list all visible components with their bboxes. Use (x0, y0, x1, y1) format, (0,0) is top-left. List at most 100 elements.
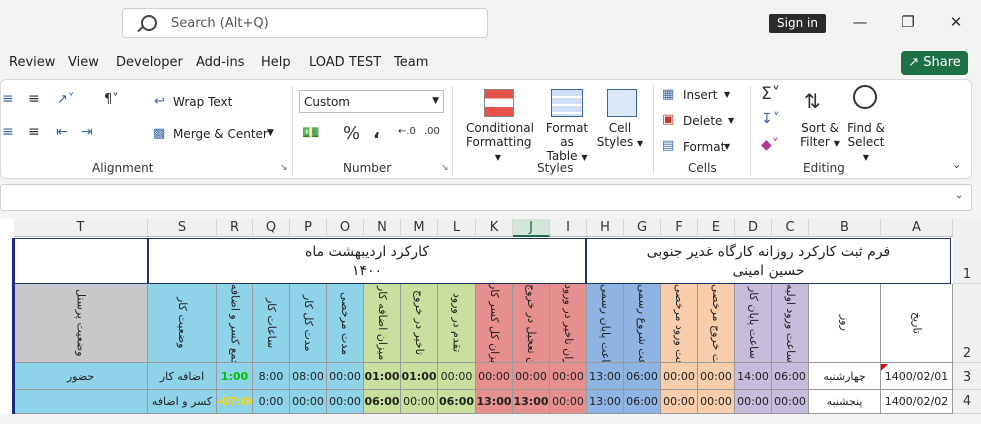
cell-T4[interactable] (14, 390, 148, 414)
column-header[interactable]: K (476, 219, 513, 237)
header-cell[interactable]: ساعات کار (253, 284, 290, 363)
conditional-formatting-button[interactable]: Conditional Formatting ▼ (466, 121, 534, 163)
merge-center-button[interactable]: Merge & Center (173, 127, 268, 141)
close-icon[interactable]: ✕ (946, 12, 966, 32)
chevron-down-icon[interactable]: ▼ (724, 142, 730, 151)
cell-M3[interactable]: 01:00 (401, 363, 438, 390)
cell-H4[interactable]: 13:00 (587, 390, 624, 414)
delete-button[interactable]: Delete (683, 114, 722, 128)
row-header[interactable]: 3 (953, 363, 981, 390)
header-cell[interactable]: جمع کسر و اضافه (217, 284, 253, 363)
cell-I3[interactable]: 00:00 (550, 363, 587, 390)
tab-help[interactable]: Help (261, 55, 291, 70)
header-cell[interactable]: ساعت ورود اولیه (772, 284, 809, 363)
increase-indent-icon[interactable]: ⇥ (81, 124, 93, 140)
header-cell[interactable]: میزان اضافه کار (364, 284, 401, 363)
cell-C3[interactable]: 06:00 (772, 363, 809, 390)
tab-add-ins[interactable]: Add-ins (196, 55, 244, 70)
header-cell[interactable]: وضعیت پرسنل (14, 284, 148, 363)
cell-E4[interactable]: 00:00 (698, 390, 735, 414)
cell-M4[interactable]: 00:00 (401, 390, 438, 414)
header-cell[interactable]: مدت مرخصی (327, 284, 364, 363)
number-launcher-icon[interactable]: ↘ (441, 163, 449, 173)
cell-O3[interactable]: 00:00 (327, 363, 364, 390)
wrap-text-button[interactable]: Wrap Text (173, 95, 232, 109)
merge-dropdown-icon[interactable]: ▼ (267, 128, 274, 138)
cell-S4[interactable]: کسر و اضافه (148, 390, 217, 414)
header-cell[interactable]: ساعت ورود مرخصی (661, 284, 698, 363)
orientation-icon[interactable]: ↗˅ (57, 92, 74, 107)
restore-icon[interactable]: ❐ (898, 12, 918, 32)
cell-D3[interactable]: 14:00 (735, 363, 772, 390)
insert-button[interactable]: Insert (683, 88, 717, 102)
column-header[interactable]: P (290, 219, 327, 237)
cell-A4[interactable]: 1400/02/02 (881, 390, 953, 414)
column-header[interactable]: J (513, 219, 550, 237)
cell-G4[interactable]: 06:00 (624, 390, 661, 414)
row-header[interactable]: 1 (953, 237, 981, 284)
column-header[interactable]: O (327, 219, 364, 237)
form-title-cell[interactable]: فرم ثبت کارکرد روزانه کارگاه غدیر جنوبی … (586, 238, 951, 284)
blank-title-cell[interactable] (14, 238, 148, 284)
percent-style-icon[interactable]: % (343, 123, 360, 144)
align-middle-icon[interactable]: ≡ (28, 91, 40, 107)
search-box[interactable]: Search (Alt+Q) (122, 8, 488, 38)
cell-R3[interactable]: 1:00 (217, 363, 253, 390)
find-select-button[interactable]: Find & Select ▼ (843, 121, 889, 163)
header-cell[interactable]: میزان تاخیر در ورود (550, 284, 587, 363)
column-header[interactable]: M (401, 219, 438, 237)
cell-H3[interactable]: 13:00 (587, 363, 624, 390)
tab-load-test[interactable]: LOAD TEST (309, 55, 381, 70)
column-header[interactable]: R (217, 219, 253, 237)
cell-J4[interactable]: 13:00 (513, 390, 550, 414)
paragraph-direction-icon[interactable]: ¶˅ (104, 92, 119, 107)
column-header[interactable]: E (698, 219, 735, 237)
clear-icon[interactable]: ◆˅ (761, 137, 779, 153)
minimize-icon[interactable]: — (850, 12, 870, 32)
cell-O4[interactable]: 00:00 (327, 390, 364, 414)
fill-icon[interactable]: ↧˅ (761, 111, 780, 127)
align-right-icon[interactable]: ≡ (28, 124, 40, 140)
cell-I4[interactable]: 00:00 (550, 390, 587, 414)
column-header[interactable]: A (881, 219, 953, 237)
cell-E3[interactable]: 00:00 (698, 363, 735, 390)
cell-P4[interactable]: 00:00 (290, 390, 327, 414)
number-format-dropdown[interactable]: Custom ▼ (299, 90, 444, 113)
header-cell[interactable]: میزان تعجیل در خروج (513, 284, 550, 363)
decrease-indent-icon[interactable]: ⇤ (56, 124, 68, 140)
column-header[interactable]: D (735, 219, 772, 237)
sort-filter-button[interactable]: Sort & Filter ▼ (800, 121, 840, 149)
header-cell[interactable]: وضعیت کار (148, 284, 217, 363)
cell-G3[interactable]: 06:00 (624, 363, 661, 390)
cell-S3[interactable]: اضافه کار (148, 363, 217, 390)
cell-L4[interactable]: 06:00 (438, 390, 476, 414)
header-cell[interactable]: تاریخ (881, 284, 953, 363)
cell-K3[interactable]: 00:00 (476, 363, 513, 390)
cell-N4[interactable]: 06:00 (364, 390, 401, 414)
cell-J3[interactable]: 00:00 (513, 363, 550, 390)
tab-developer[interactable]: Developer (116, 55, 183, 70)
expand-formula-bar-icon[interactable]: ⌄ (955, 190, 963, 201)
column-header[interactable]: B (809, 219, 881, 237)
collapse-ribbon-icon[interactable]: ⌄ (952, 158, 961, 171)
row-header[interactable]: 2 (953, 284, 981, 363)
cell-Q3[interactable]: 8:00 (253, 363, 290, 390)
tab-team[interactable]: Team (394, 55, 428, 70)
column-header[interactable]: C (772, 219, 809, 237)
tab-review[interactable]: Review (9, 55, 55, 70)
header-cell[interactable]: ساعت پایان رسمی (587, 284, 624, 363)
format-as-table-button[interactable]: Format as Table ▼ (538, 121, 596, 163)
header-cell[interactable]: ساعت پایان کار (735, 284, 772, 363)
cell-T3[interactable]: حضور (14, 363, 148, 390)
row-header[interactable]: 4 (953, 390, 981, 414)
tab-view[interactable]: View (68, 55, 99, 70)
cell-A3[interactable]: 1400/02/01 (881, 363, 953, 390)
column-header[interactable]: F (661, 219, 698, 237)
column-header[interactable]: G (624, 219, 661, 237)
header-cell[interactable]: ساعت شروع رسمی (624, 284, 661, 363)
alignment-launcher-icon[interactable]: ↘ (280, 163, 288, 173)
header-cell[interactable]: تاخیر در خروج (401, 284, 438, 363)
column-header[interactable]: S (148, 219, 217, 237)
header-cell[interactable]: مدت کل کار (290, 284, 327, 363)
chevron-down-icon[interactable]: ▼ (728, 116, 734, 125)
